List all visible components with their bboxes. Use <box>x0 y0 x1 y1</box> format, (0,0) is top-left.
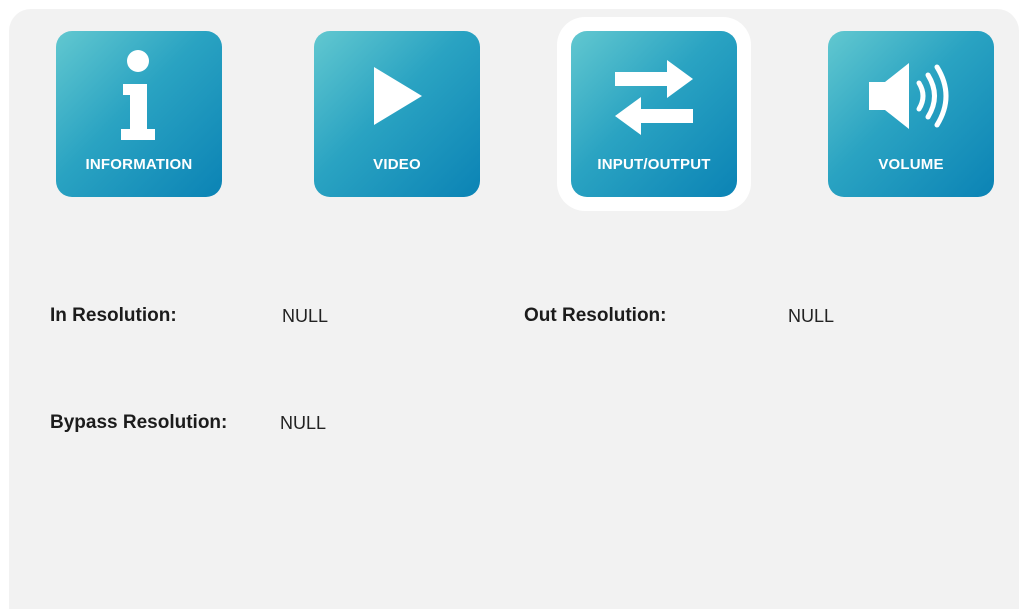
info-icon <box>121 50 155 140</box>
bypass-resolution-value: NULL <box>280 413 327 433</box>
tab-volume-label: VOLUME <box>878 156 944 173</box>
bypass-resolution-label: Bypass Resolution: <box>50 412 228 433</box>
tab-video-wrapper: VIDEO <box>314 31 480 197</box>
out-resolution-value: NULL <box>788 306 835 326</box>
swap-arrows-icon <box>615 60 693 135</box>
play-icon <box>374 67 422 125</box>
tab-input-output[interactable]: INPUT/OUTPUT <box>571 31 737 197</box>
tab-information-label: INFORMATION <box>85 156 193 173</box>
speaker-icon <box>869 63 949 129</box>
tab-information[interactable]: INFORMATION <box>56 31 222 197</box>
tab-volume-wrapper: VOLUME <box>828 31 994 197</box>
tab-input-output-wrapper: INPUT/OUTPUT <box>557 17 751 211</box>
tab-volume[interactable]: VOLUME <box>828 31 994 197</box>
tab-information-wrapper: INFORMATION <box>56 31 222 197</box>
tab-video-label: VIDEO <box>373 156 421 173</box>
in-resolution-label: In Resolution: <box>50 305 177 326</box>
tab-input-output-label: INPUT/OUTPUT <box>597 156 711 173</box>
out-resolution-label: Out Resolution: <box>524 305 667 326</box>
tab-video[interactable]: VIDEO <box>314 31 480 197</box>
in-resolution-value: NULL <box>282 306 329 326</box>
